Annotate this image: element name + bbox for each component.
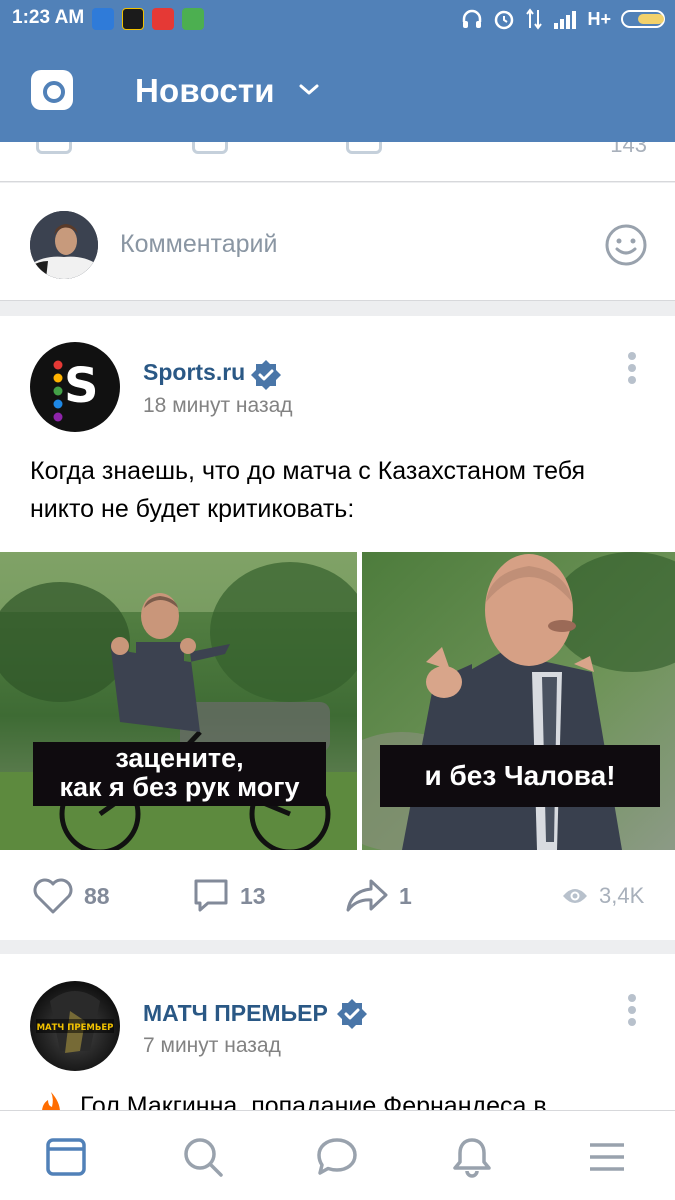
notification-icon: [152, 8, 174, 30]
post-card: S Sports.ru 18 минут назад Когда знаешь,…: [0, 316, 675, 940]
post-avatar[interactable]: МАТЧ ПРЕМЬЕР: [30, 981, 120, 1071]
nav-news[interactable]: [44, 1135, 88, 1179]
share-icon: [346, 879, 388, 912]
nav-notifications[interactable]: [450, 1135, 494, 1179]
screen: 1:23 AM H+ Новости 143 Комментарий S Spo…: [0, 0, 675, 1200]
like-count: 88: [84, 882, 110, 909]
comment-row: Комментарий: [0, 183, 675, 301]
news-icon: [46, 1138, 86, 1176]
share-button[interactable]: 1: [345, 876, 412, 916]
status-bar: 1:23 AM H+: [0, 0, 675, 38]
notification-icon: [92, 8, 114, 30]
post-time: 18 минут назад: [143, 394, 293, 417]
emoji-icon[interactable]: [604, 223, 648, 267]
more-options-icon[interactable]: [628, 994, 638, 1030]
avatar[interactable]: [30, 211, 98, 279]
post-photo[interactable]: зацените, как я без рук могу: [0, 552, 357, 850]
status-time: 1:23 AM: [12, 7, 85, 28]
chevron-down-icon[interactable]: [298, 82, 320, 98]
app-header: 1:23 AM H+ Новости: [0, 0, 675, 142]
matchpremier-logo: МАТЧ ПРЕМЬЕР: [36, 991, 114, 1053]
status-right: H+: [461, 6, 665, 32]
post-author[interactable]: МАТЧ ПРЕМЬЕР: [143, 1000, 328, 1027]
avatar-image: [30, 211, 98, 279]
post-author[interactable]: Sports.ru: [143, 359, 245, 386]
camera-button[interactable]: [31, 70, 73, 110]
data-arrows-icon: [526, 8, 543, 30]
post-card: МАТЧ ПРЕМЬЕР МАТЧ ПРЕМЬЕР 7 минут назад …: [0, 954, 675, 1124]
alarm-icon: [495, 10, 514, 30]
nav-menu[interactable]: [585, 1135, 629, 1179]
comment-icon: [194, 879, 228, 912]
search-icon: [184, 1138, 223, 1177]
post-text: Когда знаешь, что до матча с Казахстаном…: [30, 457, 586, 523]
like-button[interactable]: 88: [32, 876, 110, 916]
views-counter: 3,4K: [561, 876, 644, 916]
network-type: H+: [587, 8, 611, 29]
comment-input[interactable]: Комментарий: [120, 230, 277, 259]
comment-count: 13: [240, 882, 266, 909]
notification-icon: [182, 8, 204, 30]
post-avatar[interactable]: S: [30, 342, 120, 432]
notification-icon: [122, 8, 144, 30]
notifications-icon: [453, 1138, 491, 1178]
nav-messages[interactable]: [315, 1135, 359, 1179]
headphones-icon: [463, 9, 482, 28]
previous-post-actions: 143: [0, 128, 675, 182]
logo-letter: S: [64, 358, 99, 414]
logo-text: МАТЧ ПРЕМЬЕР: [37, 1023, 114, 1033]
verified-icon: [251, 360, 281, 390]
post-photo[interactable]: и без Чалова!: [362, 552, 675, 850]
page-title[interactable]: Новости: [135, 72, 275, 110]
photo-caption: и без Чалова!: [380, 745, 660, 807]
comment-button[interactable]: 13: [192, 876, 266, 916]
views-count: 3,4K: [599, 883, 645, 908]
caption-line: и без Чалова!: [424, 760, 616, 791]
post-actions: 88 13 1 3,4K: [0, 850, 675, 940]
caption-line: зацените,: [115, 743, 244, 773]
battery-icon: [621, 10, 665, 28]
heart-icon: [33, 878, 73, 914]
photo-caption: зацените, как я без рук могу: [33, 742, 326, 806]
more-options-icon[interactable]: [628, 352, 638, 388]
post-time: 7 минут назад: [143, 1034, 281, 1057]
verified-icon: [337, 999, 367, 1029]
signal-icon: [554, 11, 577, 29]
messages-icon: [317, 1138, 357, 1175]
eye-icon: [563, 889, 587, 903]
menu-icon: [590, 1143, 624, 1171]
nav-search[interactable]: [181, 1135, 225, 1179]
caption-line: как я без рук могу: [59, 772, 300, 802]
share-count: 1: [399, 882, 412, 909]
bottom-nav: [0, 1110, 675, 1200]
